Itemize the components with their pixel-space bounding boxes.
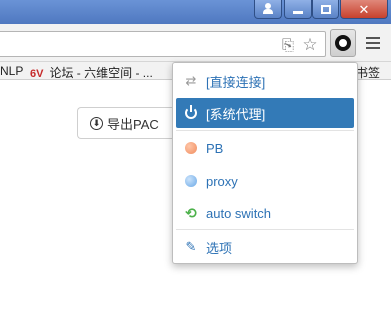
menu-item-options[interactable]: ✎ 选项 bbox=[176, 232, 354, 262]
menu-item-label: PB bbox=[206, 140, 224, 156]
bookmark-extra[interactable]: 书签 bbox=[356, 64, 380, 81]
export-pac-button[interactable]: ⬇ 导出PAC bbox=[77, 107, 177, 139]
menu-item-label: auto switch bbox=[206, 205, 272, 221]
6v-logo-icon: 6V bbox=[30, 68, 44, 80]
maximize-icon bbox=[320, 4, 331, 14]
menu-divider bbox=[176, 229, 354, 230]
maximize-button[interactable] bbox=[312, 0, 339, 19]
wrench-icon: ✎ bbox=[185, 239, 197, 254]
globe-icon bbox=[185, 175, 197, 187]
bookmark-forum[interactable]: 6V 论坛 - 六维空间 - ... bbox=[30, 64, 153, 81]
globe-icon bbox=[185, 142, 197, 154]
hamburger-menu-icon[interactable] bbox=[366, 34, 380, 52]
switchyomega-extension-button[interactable] bbox=[330, 29, 356, 57]
star-icon[interactable]: ☆ bbox=[301, 35, 319, 54]
browser-window: ✕ ⎘ ☆ NLP 6V 论坛 - 六维空间 - ... 书签 ⬇ 导出PAC ⇄… bbox=[0, 0, 391, 323]
menu-item-label: proxy bbox=[206, 173, 238, 189]
menu-item-auto-switch[interactable]: ⟲ auto switch bbox=[176, 198, 354, 228]
menu-divider bbox=[176, 130, 354, 131]
close-button[interactable]: ✕ bbox=[340, 0, 388, 19]
menu-item-label: 选项 bbox=[206, 240, 233, 256]
direct-arrows-icon: ⇄ bbox=[185, 73, 197, 88]
download-icon: ⬇ bbox=[90, 116, 103, 130]
bookmark-nlp[interactable]: NLP bbox=[0, 64, 23, 78]
bookmark-forum-label: 论坛 - 六维空间 - ... bbox=[49, 66, 153, 80]
address-bar[interactable]: ⎘ ☆ bbox=[0, 31, 326, 57]
title-bar: ✕ bbox=[0, 0, 391, 24]
user-profile-button[interactable] bbox=[254, 0, 282, 19]
export-pac-label: 导出PAC bbox=[107, 116, 159, 132]
switchyomega-icon bbox=[335, 35, 351, 51]
menu-item-proxy[interactable]: proxy bbox=[176, 166, 354, 196]
minimize-button[interactable] bbox=[284, 0, 312, 19]
minimize-icon bbox=[293, 10, 303, 14]
menu-item-pb[interactable]: PB bbox=[176, 133, 354, 163]
close-icon: ✕ bbox=[358, 1, 370, 17]
translate-icon[interactable]: ⎘ bbox=[279, 36, 297, 54]
menu-item-system-proxy[interactable]: [系统代理] bbox=[176, 98, 354, 128]
menu-item-label: [直接连接] bbox=[206, 74, 266, 90]
browser-toolbar: ⎘ ☆ bbox=[0, 24, 391, 62]
cycle-icon: ⟲ bbox=[185, 204, 197, 221]
power-icon bbox=[185, 105, 197, 119]
menu-item-direct[interactable]: ⇄ [直接连接] bbox=[176, 66, 354, 96]
menu-item-label: [系统代理] bbox=[206, 106, 266, 122]
user-icon bbox=[263, 3, 273, 15]
proxy-switch-popup: ⇄ [直接连接] [系统代理] PB proxy ⟲ auto switch ✎… bbox=[172, 62, 358, 264]
